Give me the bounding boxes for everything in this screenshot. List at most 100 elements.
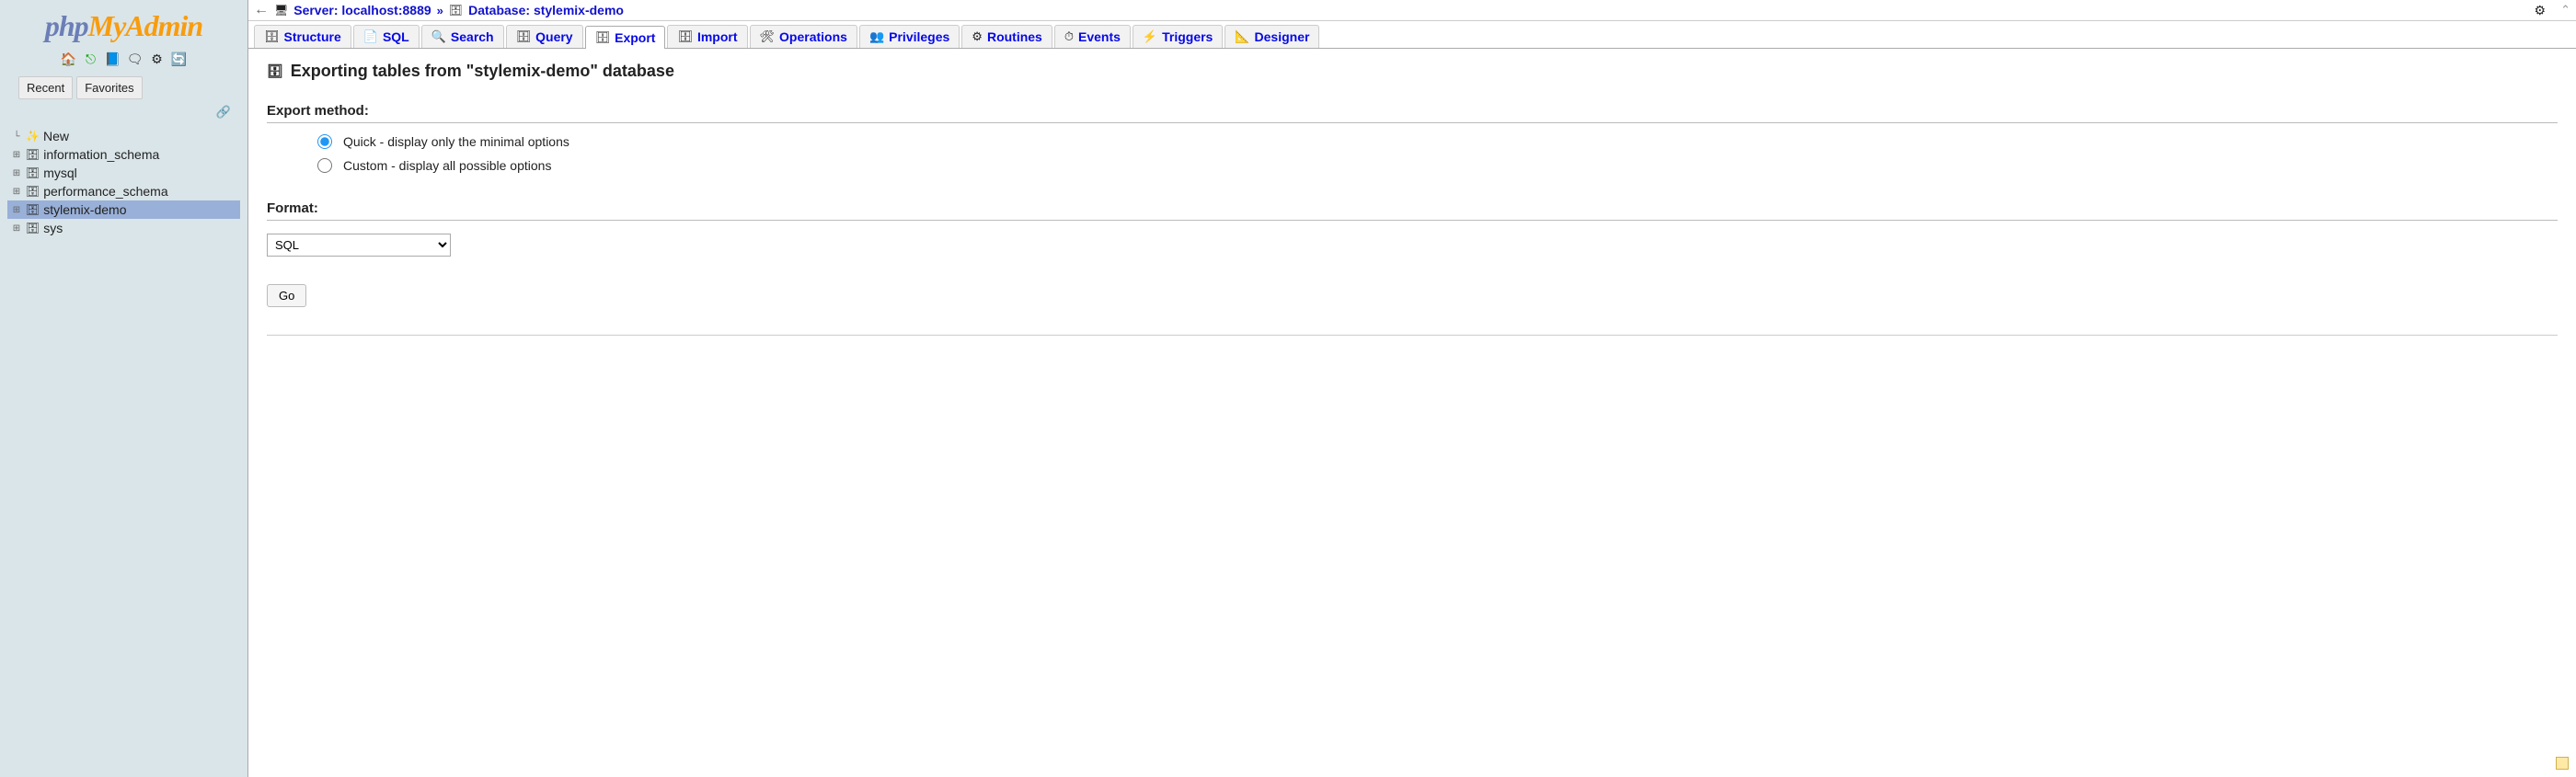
home-icon[interactable]: 🏠 bbox=[61, 51, 77, 67]
server-icon: 🖥 bbox=[274, 4, 288, 17]
expand-icon[interactable]: ⊞ bbox=[11, 168, 22, 178]
tab-label: Search bbox=[451, 29, 494, 44]
tab-label: Triggers bbox=[1162, 29, 1213, 44]
database-icon: 🗄 bbox=[26, 203, 40, 216]
tab-operations[interactable]: 🛠Operations bbox=[750, 25, 857, 48]
tab-icon: 🗄 bbox=[516, 29, 532, 44]
export-title-icon: 🗄 bbox=[267, 63, 283, 79]
breadcrumb-server[interactable]: Server: localhost:8889 bbox=[293, 3, 431, 17]
tab-label: Privileges bbox=[889, 29, 949, 44]
format-select[interactable]: SQL bbox=[267, 234, 451, 257]
expand-icon[interactable]: ⊞ bbox=[11, 150, 22, 160]
reload-icon[interactable]: 🔄 bbox=[171, 51, 188, 67]
tab-icon: 🗄 bbox=[677, 29, 693, 44]
tree-db-label: mysql bbox=[43, 166, 77, 180]
tab-label: Import bbox=[697, 29, 738, 44]
page-title: 🗄 Exporting tables from "stylemix-demo" … bbox=[267, 62, 2558, 81]
logo[interactable]: phpMyAdmin bbox=[45, 9, 202, 43]
main: ← 🖥 Server: localhost:8889 » 🗄 Database:… bbox=[248, 0, 2576, 777]
tree-db-label: performance_schema bbox=[43, 184, 167, 199]
tab-icon: 🛠 bbox=[760, 29, 776, 44]
tree-db-item[interactable]: ⊞ 🗄information_schema bbox=[7, 145, 240, 164]
tab-label: Routines bbox=[987, 29, 1042, 44]
tab-recent[interactable]: Recent bbox=[18, 76, 73, 99]
expand-icon[interactable]: ⊞ bbox=[11, 187, 22, 197]
tab-icon: 🗄 bbox=[595, 30, 611, 45]
tab-routines[interactable]: ⚙ Routines bbox=[961, 25, 1052, 48]
tab-label: Designer bbox=[1255, 29, 1310, 44]
docs-icon[interactable]: 📘 bbox=[105, 51, 121, 67]
tab-privileges[interactable]: 👥 Privileges bbox=[859, 25, 960, 48]
tab-designer[interactable]: 📐 Designer bbox=[1225, 25, 1319, 48]
tab-icon: 👥 bbox=[869, 29, 884, 44]
radio-quick-label: Quick - display only the minimal options bbox=[343, 134, 569, 149]
tab-favorites[interactable]: Favorites bbox=[76, 76, 142, 99]
tree-db-item[interactable]: ⊞ 🗄stylemix-demo bbox=[7, 200, 240, 219]
divider bbox=[267, 335, 2558, 336]
tab-label: Structure bbox=[284, 29, 341, 44]
tab-icon: 🗄 bbox=[264, 29, 280, 44]
radio-quick[interactable] bbox=[317, 134, 332, 149]
radio-quick-row[interactable]: Quick - display only the minimal options bbox=[317, 134, 2558, 149]
radio-custom-row[interactable]: Custom - display all possible options bbox=[317, 158, 2558, 173]
database-icon: 🗄 bbox=[26, 222, 40, 234]
tab-structure[interactable]: 🗄 Structure bbox=[254, 25, 351, 48]
tree-db-item[interactable]: ⊞ 🗄sys bbox=[7, 219, 240, 237]
tab-label: Export bbox=[615, 30, 655, 45]
sql-console-icon[interactable] bbox=[2556, 757, 2569, 770]
breadcrumb-separator: » bbox=[437, 4, 443, 17]
tab-search[interactable]: 🔍 Search bbox=[421, 25, 504, 48]
tab-label: Operations bbox=[779, 29, 847, 44]
tab-label: Events bbox=[1078, 29, 1121, 44]
settings-icon[interactable]: ⚙ bbox=[149, 51, 166, 67]
expand-icon[interactable]: ⊞ bbox=[11, 205, 22, 215]
logo-part1: php bbox=[45, 9, 88, 42]
tab-events[interactable]: ⏱Events bbox=[1054, 25, 1131, 48]
sidebar: phpMyAdmin 🏠 ⎋ 📘 🗨 ⚙ 🔄 Recent Favorites … bbox=[0, 0, 248, 777]
tree-db-label: stylemix-demo bbox=[43, 202, 126, 217]
tab-triggers[interactable]: ⚡ Triggers bbox=[1133, 25, 1223, 48]
content: 🗄 Exporting tables from "stylemix-demo" … bbox=[248, 49, 2576, 349]
link-icon[interactable]: 🔗 bbox=[216, 105, 231, 120]
go-button[interactable]: Go bbox=[267, 284, 306, 307]
tree-branch-icon: └ bbox=[11, 131, 22, 142]
tab-icon: ⚙ bbox=[972, 29, 983, 44]
sidebar-tabs: Recent Favorites bbox=[18, 76, 143, 99]
sql-query-icon[interactable]: 🗨 bbox=[127, 51, 144, 67]
database-icon: 🗄 bbox=[26, 185, 40, 198]
tree-new[interactable]: └ ✨ New bbox=[7, 127, 240, 145]
tab-label: Query bbox=[535, 29, 572, 44]
database-icon: 🗄 bbox=[26, 148, 40, 161]
breadcrumb: ← 🖥 Server: localhost:8889 » 🗄 Database:… bbox=[248, 0, 2576, 21]
main-tabs: 🗄Structure📄SQL🔍Search🗄Query🗄Export🗄Impor… bbox=[248, 21, 2576, 49]
tree-db-label: sys bbox=[43, 221, 63, 235]
tab-icon: 📐 bbox=[1235, 29, 1249, 44]
new-icon: ✨ bbox=[26, 130, 40, 143]
tab-query[interactable]: 🗄Query bbox=[506, 25, 583, 48]
radio-custom-label: Custom - display all possible options bbox=[343, 158, 551, 173]
tab-label: SQL bbox=[383, 29, 409, 44]
tab-sql[interactable]: 📄 SQL bbox=[353, 25, 420, 48]
tab-icon: ⚡ bbox=[1143, 29, 1157, 44]
tab-import[interactable]: 🗄 Import bbox=[667, 25, 747, 48]
tree-new-label: New bbox=[43, 129, 69, 143]
tree-db-item[interactable]: ⊞ 🗄mysql bbox=[7, 164, 240, 182]
tab-icon: 📄 bbox=[363, 29, 378, 44]
tree-db-item[interactable]: ⊞ 🗄performance_schema bbox=[7, 182, 240, 200]
export-method-label: Export method: bbox=[267, 103, 2558, 123]
breadcrumb-database[interactable]: Database: stylemix-demo bbox=[468, 3, 624, 17]
format-label: Format: bbox=[267, 200, 2558, 221]
database-icon: 🗄 bbox=[26, 166, 40, 179]
logout-icon[interactable]: ⎋ bbox=[83, 51, 99, 67]
sidebar-toolbar: 🏠 ⎋ 📘 🗨 ⚙ 🔄 bbox=[61, 51, 188, 67]
collapse-icon[interactable]: ⌃ bbox=[2560, 3, 2570, 17]
tree-db-label: information_schema bbox=[43, 147, 159, 162]
page-settings-icon[interactable]: ⚙ bbox=[2535, 3, 2547, 18]
radio-custom[interactable] bbox=[317, 158, 332, 173]
db-tree: └ ✨ New ⊞🗄information_schema⊞🗄mysql⊞🗄per… bbox=[0, 127, 247, 237]
database-icon: 🗄 bbox=[449, 4, 463, 17]
expand-icon[interactable]: ⊞ bbox=[11, 223, 22, 234]
back-icon[interactable]: ← bbox=[254, 2, 269, 18]
tab-export[interactable]: 🗄 Export bbox=[585, 26, 666, 49]
tab-icon: 🔍 bbox=[431, 29, 446, 44]
